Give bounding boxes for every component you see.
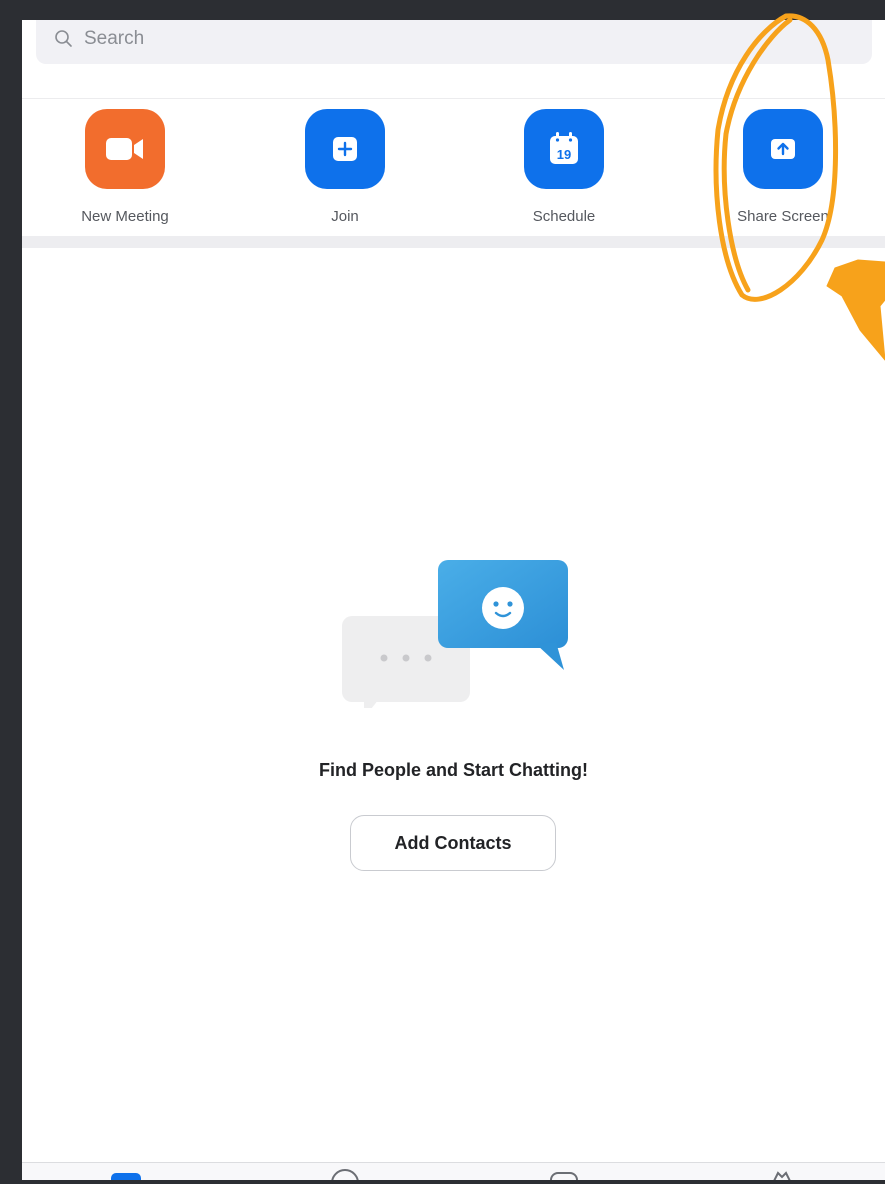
video-camera-icon <box>106 138 143 160</box>
search-section: Search <box>22 20 885 98</box>
new-meeting-tile[interactable] <box>85 109 165 189</box>
contacts-tab-icon[interactable] <box>546 1167 582 1180</box>
plus-icon <box>333 137 357 161</box>
schedule-label: Schedule <box>532 208 596 225</box>
search-input[interactable]: Search <box>84 28 144 50</box>
device-frame: Search New Meeting Join 19 Schedule Shar… <box>0 0 885 1184</box>
empty-state-title: Find People and Start Chatting! <box>319 760 588 780</box>
new-meeting-button[interactable]: New Meeting <box>55 109 195 229</box>
quick-actions-row: New Meeting Join 19 Schedule Share Scree… <box>22 99 885 236</box>
share-screen-label: Share Screen <box>737 208 829 225</box>
join-button[interactable]: Join <box>275 109 415 229</box>
calendar-day: 19 <box>557 147 571 162</box>
join-label: Join <box>331 208 359 225</box>
share-screen-icon <box>771 139 795 159</box>
meetings-tab-icon[interactable] <box>108 1167 144 1180</box>
settings-tab-icon[interactable] <box>764 1167 800 1180</box>
new-meeting-label: New Meeting <box>81 208 169 225</box>
add-contacts-button[interactable]: Add Contacts <box>350 815 556 871</box>
calendar-icon: 19 <box>550 132 578 164</box>
join-tile[interactable] <box>305 109 385 189</box>
share-screen-button[interactable]: Share Screen <box>713 109 853 229</box>
section-separator <box>22 236 885 248</box>
search-icon <box>55 30 72 47</box>
chat-tab-icon[interactable] <box>327 1167 363 1180</box>
share-screen-tile[interactable] <box>743 109 823 189</box>
search-bar[interactable]: Search <box>36 20 872 64</box>
chat-bubbles-illustration <box>342 560 568 708</box>
bottom-tab-bar <box>22 1162 885 1180</box>
schedule-button[interactable]: 19 Schedule <box>494 109 634 229</box>
schedule-tile[interactable]: 19 <box>524 109 604 189</box>
smiley-face-icon <box>482 587 524 629</box>
app-screen: Search New Meeting Join 19 Schedule Shar… <box>22 20 885 1180</box>
